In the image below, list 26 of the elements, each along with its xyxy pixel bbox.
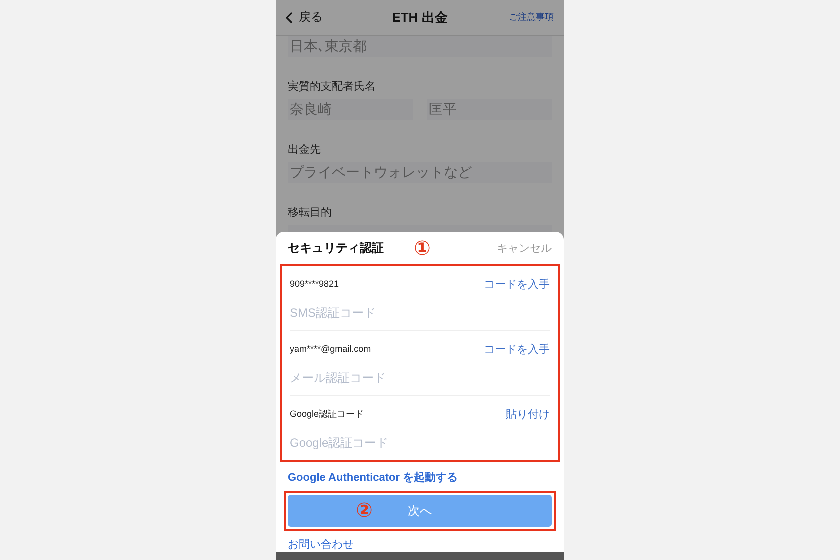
input-field[interactable]: 日本､東京都 [288, 36, 552, 57]
callout-number: ① [414, 236, 431, 260]
action-link[interactable]: 貼り付け [506, 406, 550, 422]
method-label: Google認証コード [290, 408, 364, 420]
page-title: ETH 出金 [392, 8, 448, 26]
cancel-button[interactable]: キャンセル [497, 240, 552, 256]
input-field[interactable]: 匡平 [427, 99, 552, 120]
contact-link[interactable]: お問い合わせ [288, 537, 552, 552]
callout-number: ② [356, 499, 373, 523]
code-field[interactable]: Google認証コード [290, 436, 550, 450]
authenticator-link[interactable]: Google Authenticator を起動する [288, 470, 552, 485]
code-field[interactable]: メール認証コード [290, 370, 550, 384]
input-field[interactable]: プライベートウォレットなど [288, 162, 552, 183]
field-label: 出金先 [288, 143, 322, 157]
method-label: yam****@gmail.com [290, 344, 372, 354]
input-field[interactable]: 奈良崎 [288, 99, 413, 120]
action-link[interactable]: コードを入手 [484, 342, 550, 356]
method-label: 909****9821 [290, 279, 340, 289]
sheet-title: セキュリティ認証 [288, 240, 384, 256]
field-label: 移転目的 [288, 206, 333, 220]
back-button[interactable]: 戻る [286, 9, 323, 26]
chevron-icon [286, 12, 293, 24]
code-field[interactable]: SMS認証コード [290, 306, 550, 320]
action-link[interactable]: コードを入手 [484, 276, 550, 292]
notice-link[interactable]: ご注意事項 [509, 11, 554, 24]
field-label: 実質的支配者氏名 [288, 80, 377, 94]
